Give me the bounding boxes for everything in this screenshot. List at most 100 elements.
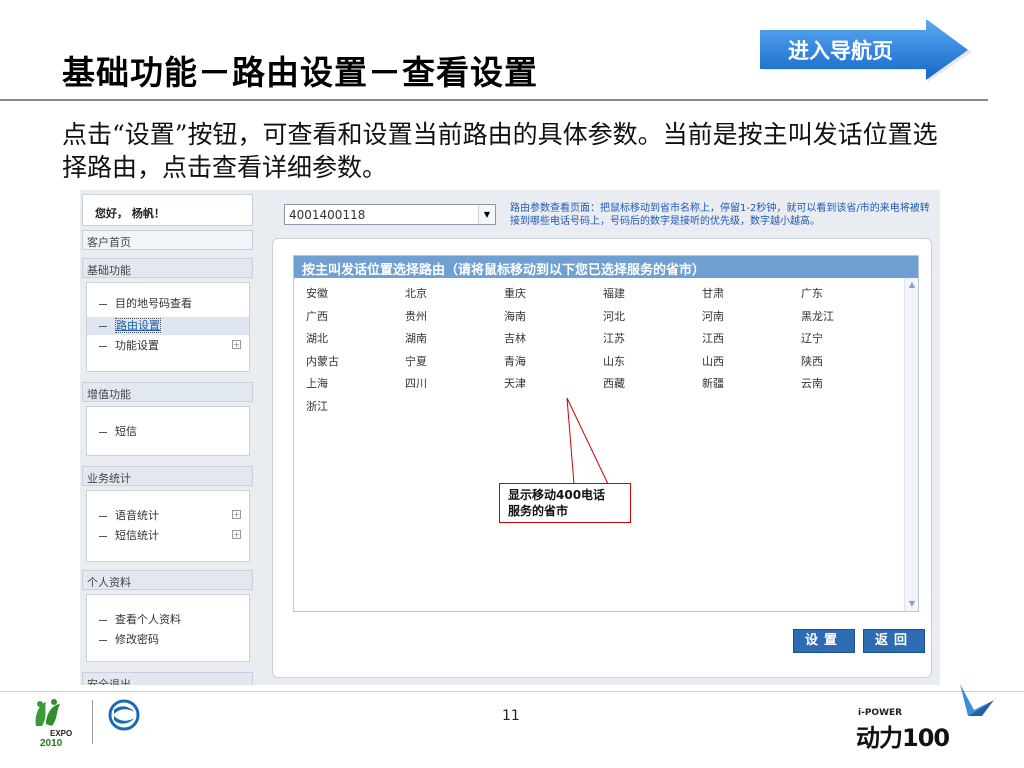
province-item[interactable]: 海南 [504, 308, 603, 324]
province-item[interactable]: 浙江 [306, 398, 405, 414]
title-divider [0, 99, 988, 101]
sidebar-item-feature-settings[interactable]: 功能设置 + [87, 337, 249, 355]
province-item[interactable]: 黑龙江 [801, 308, 900, 324]
sidebar-item-view-profile[interactable]: 查看个人资料 [87, 611, 249, 629]
bullet-icon [99, 431, 107, 433]
province-row: 安徽 北京 重庆 福建 甘肃 广东 [306, 282, 901, 305]
goto-navigation-button[interactable]: 进入导航页 [760, 20, 976, 82]
ipower-brand-label: 动力100 [856, 724, 950, 752]
user-greeting: 您好， 杨帆！ [82, 194, 253, 226]
ipower-logo: i-POWER 动力100 [852, 680, 1002, 760]
expand-icon[interactable]: + [232, 510, 241, 519]
province-item[interactable]: 重庆 [504, 285, 603, 301]
callout-line: 服务的省市 [508, 504, 569, 518]
portal-screenshot: 您好， 杨帆！ 客户首页 基础功能 目的地号码查看 路由设置 功能设置 + 增值功… [80, 190, 940, 685]
province-grid: 安徽 北京 重庆 福建 甘肃 广东 广西 贵州 海南 河北 河南 黑龙江 湖北 [306, 282, 901, 417]
province-item[interactable]: 广西 [306, 308, 405, 324]
bullet-icon [99, 619, 107, 621]
number-select[interactable]: 4001400118 ▼ [284, 204, 496, 225]
province-item[interactable]: 山东 [603, 353, 702, 369]
province-item[interactable]: 吉林 [504, 330, 603, 346]
bullet-icon [99, 639, 107, 641]
logo-separator [92, 700, 93, 744]
province-item[interactable]: 内蒙古 [306, 353, 405, 369]
province-row: 内蒙古 宁夏 青海 山东 山西 陕西 [306, 350, 901, 373]
province-item[interactable]: 天津 [504, 375, 603, 391]
bullet-icon [99, 303, 107, 305]
expo-logo: EXPO 2010 [26, 696, 88, 750]
province-list-box: 按主叫发话位置选择路由（请将鼠标移动到以下您已选择服务的省市） 安徽 北京 重庆… [293, 255, 919, 612]
slide-title: 基础功能－路由设置－查看设置 [62, 53, 538, 92]
sidebar: 您好， 杨帆！ 客户首页 基础功能 目的地号码查看 路由设置 功能设置 + 增值功… [80, 190, 255, 685]
sidebar-section-statistics-box: 语音统计 + 短信统计 + [86, 490, 250, 562]
province-item[interactable]: 湖南 [405, 330, 504, 346]
settings-button[interactable]: 设置 [793, 629, 855, 653]
page-number: 11 [502, 708, 520, 724]
route-hint-text: 路由参数查看页面：把鼠标移动到省市名称上，停留1-2秒钟，就可以看到该省/市的来… [510, 203, 930, 227]
province-item[interactable]: 北京 [405, 285, 504, 301]
province-item[interactable]: 新疆 [702, 375, 801, 391]
province-item[interactable]: 四川 [405, 375, 504, 391]
province-row: 广西 贵州 海南 河北 河南 黑龙江 [306, 305, 901, 328]
scroll-up-icon[interactable]: ▲ [906, 279, 918, 291]
sidebar-section-profile[interactable]: 个人资料 [82, 570, 253, 590]
province-item[interactable]: 宁夏 [405, 353, 504, 369]
back-button[interactable]: 返回 [863, 629, 925, 653]
bullet-icon [99, 345, 107, 347]
sidebar-item-route-settings[interactable]: 路由设置 [87, 317, 249, 335]
province-item[interactable]: 云南 [801, 375, 900, 391]
svg-text:2010: 2010 [40, 738, 63, 749]
bullet-icon [99, 325, 107, 327]
province-row: 上海 四川 天津 西藏 新疆 云南 [306, 372, 901, 395]
svg-text:EXPO: EXPO [50, 729, 72, 738]
province-item[interactable]: 陕西 [801, 353, 900, 369]
province-item[interactable]: 河南 [702, 308, 801, 324]
province-item[interactable]: 河北 [603, 308, 702, 324]
province-item[interactable]: 湖北 [306, 330, 405, 346]
scroll-down-icon[interactable]: ▼ [906, 598, 918, 610]
province-item[interactable]: 西藏 [603, 375, 702, 391]
number-select-value: 4001400118 [289, 208, 366, 222]
sidebar-section-profile-box: 查看个人资料 修改密码 [86, 594, 250, 662]
sidebar-item-sms-stats[interactable]: 短信统计 + [87, 527, 249, 545]
province-item[interactable]: 福建 [603, 285, 702, 301]
expand-icon[interactable]: + [232, 340, 241, 349]
sidebar-item-destination-lookup[interactable]: 目的地号码查看 [87, 295, 249, 313]
province-item[interactable]: 山西 [702, 353, 801, 369]
expand-icon[interactable]: + [232, 530, 241, 539]
sidebar-section-basic[interactable]: 基础功能 [82, 258, 253, 278]
sidebar-item-voice-stats[interactable]: 语音统计 + [87, 507, 249, 525]
province-item[interactable]: 甘肃 [702, 285, 801, 301]
sidebar-home-link[interactable]: 客户首页 [82, 230, 253, 250]
sidebar-section-value-added-box: 短信 [86, 406, 250, 456]
province-item[interactable]: 上海 [306, 375, 405, 391]
sidebar-section-value-added[interactable]: 增值功能 [82, 382, 253, 402]
province-item[interactable]: 安徽 [306, 285, 405, 301]
sidebar-item-change-password[interactable]: 修改密码 [87, 631, 249, 649]
ipower-small-label: i-POWER [858, 708, 903, 718]
province-item[interactable]: 青海 [504, 353, 603, 369]
province-item[interactable]: 广东 [801, 285, 900, 301]
dropdown-arrow-icon[interactable]: ▼ [478, 205, 495, 224]
china-mobile-icon [108, 699, 140, 731]
china-mobile-logo [100, 698, 148, 750]
nav-button-label: 进入导航页 [788, 39, 893, 63]
province-scrollbar[interactable]: ▲ ▼ [904, 278, 918, 611]
callout-box: 显示移动400电话 服务的省市 [499, 483, 631, 523]
province-item[interactable]: 辽宁 [801, 330, 900, 346]
route-panel: 按主叫发话位置选择路由（请将鼠标移动到以下您已选择服务的省市） 安徽 北京 重庆… [272, 238, 932, 678]
sidebar-section-basic-box: 目的地号码查看 路由设置 功能设置 + [86, 282, 250, 372]
sidebar-section-statistics[interactable]: 业务统计 [82, 466, 253, 486]
sidebar-section-logout[interactable]: 安全退出 [82, 672, 253, 685]
province-item[interactable]: 江苏 [603, 330, 702, 346]
province-item[interactable]: 江西 [702, 330, 801, 346]
sidebar-item-sms[interactable]: 短信 [87, 423, 249, 441]
province-item[interactable]: 贵州 [405, 308, 504, 324]
expo-logo-icon: EXPO 2010 [35, 699, 72, 749]
callout-line: 显示移动400电话 [508, 488, 606, 502]
slide-description: 点击“设置”按钮，可查看和设置当前路由的具体参数。当前是按主叫发话位置选择路由，… [62, 120, 938, 182]
bullet-icon [99, 535, 107, 537]
province-row: 湖北 湖南 吉林 江苏 江西 辽宁 [306, 327, 901, 350]
panel-title: 按主叫发话位置选择路由（请将鼠标移动到以下您已选择服务的省市） [294, 256, 918, 278]
province-row: 浙江 [306, 395, 901, 418]
